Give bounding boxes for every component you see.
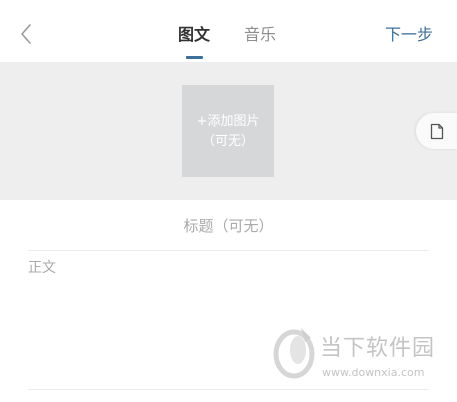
draft-button[interactable] [416, 113, 457, 149]
watermark-site-name: 当下软件园 [320, 336, 436, 361]
watermark-url: www.downxia.com [322, 366, 425, 379]
body-divider [28, 389, 429, 390]
title-input[interactable] [28, 206, 429, 246]
add-image-optional-label: （可无） [201, 134, 254, 149]
add-image-label: +添加图片 [196, 114, 260, 129]
active-tab-indicator [186, 56, 203, 59]
next-step-button[interactable]: 下一步 [385, 24, 433, 46]
top-bar: 图文 音乐 下一步 [0, 0, 457, 62]
add-image-button[interactable]: +添加图片 （可无） [182, 85, 274, 177]
tab-music[interactable]: 音乐 [244, 24, 276, 46]
tab-image-text[interactable]: 图文 [178, 24, 210, 46]
cover-image-area: +添加图片 （可无） [0, 62, 457, 200]
back-chevron-icon[interactable] [17, 22, 35, 46]
title-divider [28, 250, 429, 251]
watermark-logo [271, 324, 319, 380]
document-icon [430, 123, 444, 140]
